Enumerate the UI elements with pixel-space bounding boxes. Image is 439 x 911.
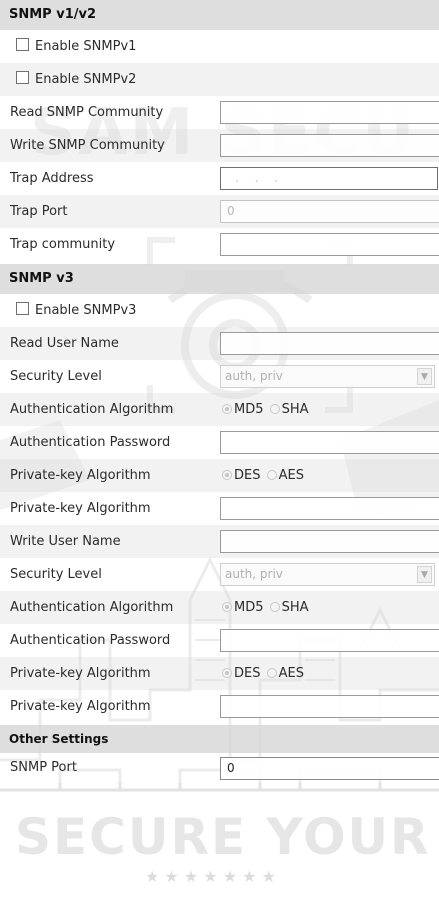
- read-community-label: Read SNMP Community: [10, 105, 164, 120]
- write-private-password-input[interactable]: [220, 695, 439, 718]
- write-auth-password-row: Authentication Password: [0, 624, 439, 657]
- radio-aes-label: AES: [278, 468, 304, 483]
- write-user-name-label: Write User Name: [10, 534, 121, 549]
- write-private-algorithm-label: Private-key Algorithm: [10, 666, 151, 681]
- snmp-port-input[interactable]: 0: [220, 757, 439, 780]
- checkbox-icon[interactable]: [16, 38, 29, 51]
- watermark-bottom-text: SECURE YOUR: [15, 808, 431, 866]
- checkbox-icon[interactable]: [16, 71, 29, 84]
- enable-snmpv3-label: Enable SNMPv3: [35, 303, 137, 318]
- trap-port-input[interactable]: 0: [220, 200, 439, 223]
- trap-address-input[interactable]: . . .: [220, 167, 438, 190]
- radio-des[interactable]: [222, 668, 232, 678]
- write-auth-algorithm-radios: MD5 SHA: [222, 591, 309, 624]
- section-header-snmp-v1-v2: SNMP v1/v2: [0, 0, 439, 30]
- radio-md5[interactable]: [222, 404, 232, 414]
- read-user-name-row: Read User Name: [0, 327, 439, 360]
- snmp-port-label: SNMP Port: [10, 760, 77, 775]
- enable-snmpv1-label: Enable SNMPv1: [35, 39, 137, 54]
- section-header-snmp-v3: SNMP v3: [0, 264, 439, 294]
- trap-community-input[interactable]: [220, 233, 439, 256]
- read-community-row: Read SNMP Community: [0, 96, 439, 129]
- read-private-algorithm-row: Private-key Algorithm DES AES: [0, 459, 439, 492]
- write-community-row: Write SNMP Community: [0, 129, 439, 162]
- radio-sha-label: SHA: [281, 600, 309, 615]
- read-private-algorithm-label: Private-key Algorithm: [10, 468, 151, 483]
- radio-md5-label: MD5: [234, 600, 264, 615]
- write-private-password-label: Private-key Algorithm: [10, 699, 151, 714]
- read-private-algorithm-radios: DES AES: [222, 459, 304, 492]
- radio-sha-label: SHA: [281, 402, 309, 417]
- enable-snmpv2-row: Enable SNMPv2: [0, 63, 439, 96]
- radio-des-label: DES: [234, 468, 261, 483]
- write-auth-algorithm-label: Authentication Algorithm: [10, 600, 174, 615]
- trap-port-row: Trap Port 0: [0, 195, 439, 228]
- write-private-password-row: Private-key Algorithm: [0, 690, 439, 725]
- radio-aes-label: AES: [278, 666, 304, 681]
- radio-des[interactable]: [222, 470, 232, 480]
- trap-community-row: Trap community: [0, 228, 439, 264]
- read-auth-password-input[interactable]: [220, 431, 439, 454]
- radio-aes[interactable]: [266, 470, 277, 480]
- radio-des-label: DES: [234, 666, 261, 681]
- write-private-algorithm-radios: DES AES: [222, 657, 304, 690]
- read-user-name-label: Read User Name: [10, 336, 119, 351]
- enable-snmpv3-checkbox[interactable]: Enable SNMPv3: [16, 294, 136, 327]
- write-user-name-row: Write User Name: [0, 525, 439, 558]
- write-auth-algorithm-row: Authentication Algorithm MD5 SHA: [0, 591, 439, 624]
- write-private-algorithm-row: Private-key Algorithm DES AES: [0, 657, 439, 690]
- snmp-port-row: SNMP Port 0: [0, 753, 439, 783]
- svg-text:★ ★ ★ ★ ★ ★ ★: ★ ★ ★ ★ ★ ★ ★: [145, 867, 276, 886]
- write-auth-password-input[interactable]: [220, 629, 439, 652]
- checkbox-icon[interactable]: [16, 302, 29, 315]
- read-auth-password-label: Authentication Password: [10, 435, 171, 450]
- write-security-level-select[interactable]: auth, priv ▼: [220, 563, 435, 586]
- snmp-settings-panel: SNMP v1/v2 Enable SNMPv1 Enable SNMPv2 R…: [0, 0, 439, 783]
- write-security-level-row: Security Level auth, priv ▼: [0, 558, 439, 591]
- write-security-level-value: auth, priv: [225, 567, 283, 581]
- chevron-down-icon[interactable]: ▼: [417, 368, 432, 385]
- trap-address-row: Trap Address . . .: [0, 162, 439, 195]
- read-community-input[interactable]: [220, 101, 439, 124]
- radio-md5[interactable]: [222, 602, 232, 612]
- trap-address-label: Trap Address: [10, 171, 94, 186]
- trap-community-label: Trap community: [10, 237, 116, 252]
- section-header-other-settings: Other Settings: [0, 725, 439, 753]
- read-security-level-select[interactable]: auth, priv ▼: [220, 365, 435, 388]
- write-auth-password-label: Authentication Password: [10, 633, 171, 648]
- read-private-password-label: Private-key Algorithm: [10, 501, 151, 516]
- enable-snmpv1-row: Enable SNMPv1: [0, 30, 439, 63]
- radio-sha[interactable]: [269, 404, 280, 414]
- read-auth-algorithm-label: Authentication Algorithm: [10, 402, 174, 417]
- enable-snmpv2-checkbox[interactable]: Enable SNMPv2: [16, 63, 136, 96]
- radio-sha[interactable]: [269, 602, 280, 612]
- write-user-name-input[interactable]: [220, 530, 439, 553]
- radio-md5-label: MD5: [234, 402, 264, 417]
- write-community-input[interactable]: [220, 134, 439, 157]
- enable-snmpv3-row: Enable SNMPv3: [0, 294, 439, 327]
- read-auth-algorithm-radios: MD5 SHA: [222, 393, 309, 426]
- enable-snmpv2-label: Enable SNMPv2: [35, 72, 137, 87]
- chevron-down-icon[interactable]: ▼: [417, 566, 432, 583]
- read-security-level-value: auth, priv: [225, 369, 283, 383]
- read-auth-algorithm-row: Authentication Algorithm MD5 SHA: [0, 393, 439, 426]
- write-community-label: Write SNMP Community: [10, 138, 165, 153]
- read-private-password-input[interactable]: [220, 497, 439, 520]
- read-user-name-input[interactable]: [220, 332, 439, 355]
- read-security-level-label: Security Level: [10, 369, 102, 384]
- trap-port-label: Trap Port: [10, 204, 68, 219]
- read-auth-password-row: Authentication Password: [0, 426, 439, 459]
- write-security-level-label: Security Level: [10, 567, 102, 582]
- radio-aes[interactable]: [266, 668, 277, 678]
- read-private-password-row: Private-key Algorithm: [0, 492, 439, 525]
- enable-snmpv1-checkbox[interactable]: Enable SNMPv1: [16, 30, 136, 63]
- read-security-level-row: Security Level auth, priv ▼: [0, 360, 439, 393]
